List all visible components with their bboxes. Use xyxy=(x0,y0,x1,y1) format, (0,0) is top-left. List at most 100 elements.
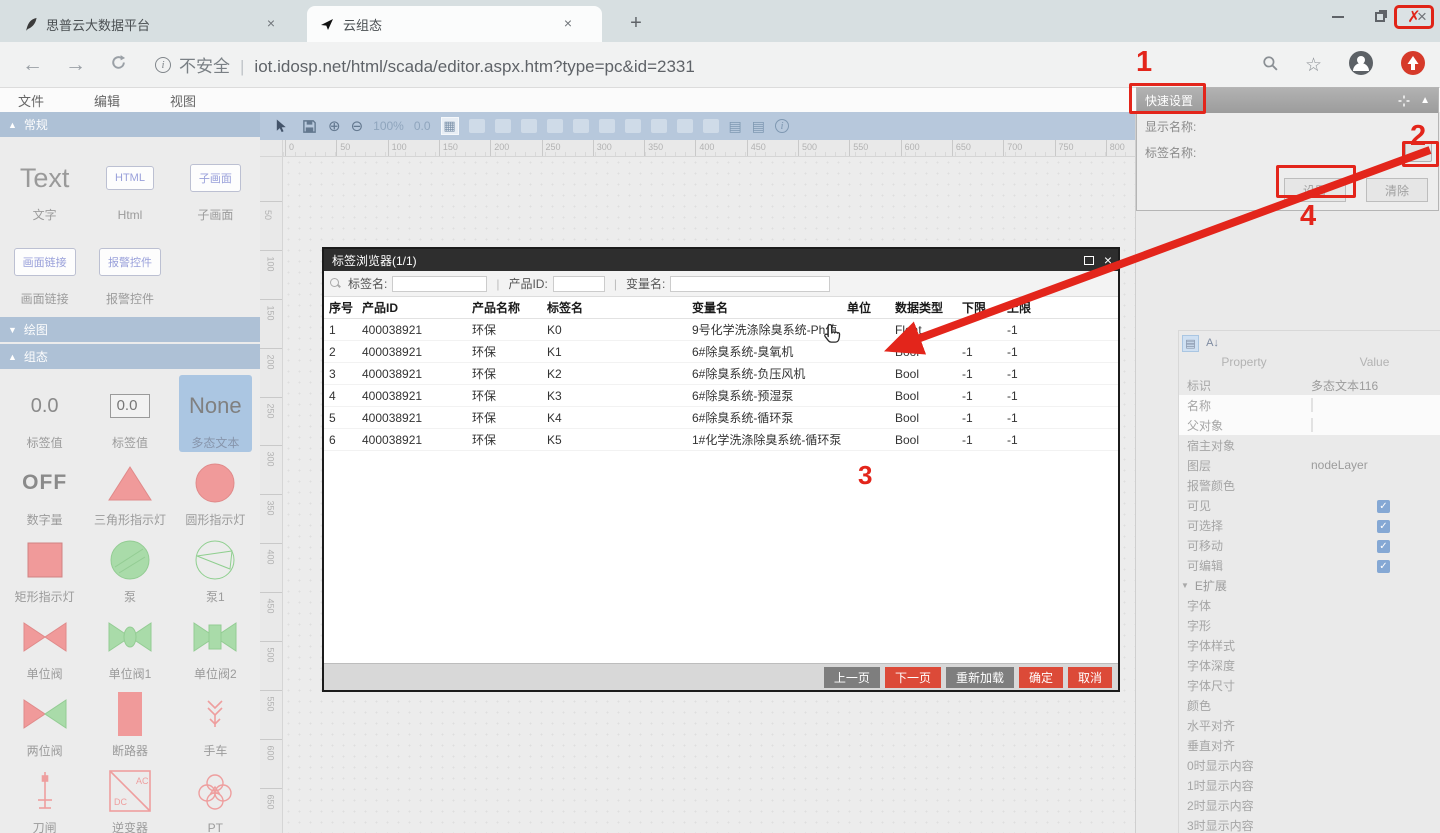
property-input[interactable] xyxy=(1311,398,1313,412)
property-row-E扩展[interactable]: ▼E扩展 xyxy=(1179,575,1440,595)
property-row-可移动[interactable]: 可移动✓ xyxy=(1179,535,1440,555)
tool-icon[interactable] xyxy=(573,119,589,133)
pointer-icon[interactable] xyxy=(272,117,290,135)
palette-scada-item-圆形指示灯[interactable]: 圆形指示灯 xyxy=(173,452,258,529)
palette-general-item-Html[interactable]: HTMLHtml xyxy=(87,143,172,227)
grid-toggle-icon[interactable]: ▦ xyxy=(441,117,459,135)
extension-icon[interactable] xyxy=(1400,50,1426,81)
tool-icon[interactable] xyxy=(599,119,615,133)
tool-icon[interactable] xyxy=(703,119,719,133)
checkbox-checked-icon[interactable]: ✓ xyxy=(1377,520,1390,533)
清除-button[interactable]: 清除 xyxy=(1366,178,1428,202)
table-row[interactable]: 5400038921环保K46#除臭系统-循环泵Bool-1-1 xyxy=(324,407,1118,429)
property-row-3时显示内容[interactable]: 3时显示内容 xyxy=(1179,815,1440,833)
new-tab-button[interactable]: + xyxy=(622,10,650,38)
minimize-button[interactable] xyxy=(1328,7,1348,27)
palette-scada-item-多态文本[interactable]: None多态文本 xyxy=(179,375,252,452)
property-row-字体深度[interactable]: 字体深度 xyxy=(1179,655,1440,675)
restore-button[interactable] xyxy=(1370,7,1390,27)
section-drawing[interactable]: ▼绘图 xyxy=(0,317,260,342)
zoom-in-icon[interactable]: ⊕ xyxy=(328,117,341,135)
property-row-字体尺寸[interactable]: 字体尺寸 xyxy=(1179,675,1440,695)
property-row-可见[interactable]: 可见✓ xyxy=(1179,495,1440,515)
tab-close-icon[interactable]: × xyxy=(262,15,280,33)
property-row-2时显示内容[interactable]: 2时显示内容 xyxy=(1179,795,1440,815)
property-input[interactable] xyxy=(1311,418,1313,432)
palette-general-item-报警控件[interactable]: 报警控件报警控件 xyxy=(87,227,172,311)
tool-icon[interactable] xyxy=(469,119,485,133)
tool-icon[interactable] xyxy=(677,119,693,133)
下一页-button[interactable]: 下一页 xyxy=(885,667,941,688)
property-row-父对象[interactable]: 父对象 xyxy=(1179,415,1440,435)
layers-icon[interactable]: ▤ xyxy=(729,118,742,135)
property-row-名称[interactable]: 名称 xyxy=(1179,395,1440,415)
property-row-可选择[interactable]: 可选择✓ xyxy=(1179,515,1440,535)
property-row-垂直对齐[interactable]: 垂直对齐 xyxy=(1179,735,1440,755)
checkbox-checked-icon[interactable]: ✓ xyxy=(1377,500,1390,513)
checkbox-checked-icon[interactable]: ✓ xyxy=(1377,560,1390,573)
palette-scada-item-单位阀1[interactable]: 单位阀1 xyxy=(87,606,172,683)
dialog-close-icon[interactable]: × xyxy=(1104,252,1112,268)
取消-button[interactable]: 取消 xyxy=(1068,667,1112,688)
palette-scada-item-断路器[interactable]: 断路器 xyxy=(87,683,172,760)
palette-scada-item-两位阀[interactable]: 两位阀 xyxy=(2,683,87,760)
palette-scada-item-单位阀2[interactable]: 单位阀2 xyxy=(173,606,258,683)
palette-scada-item-手车[interactable]: 手车 xyxy=(173,683,258,760)
browser-tab[interactable]: 思普云大数据平台× xyxy=(10,6,305,42)
tool-icon[interactable] xyxy=(547,119,563,133)
back-icon[interactable]: ← xyxy=(22,53,43,77)
bookmark-star-icon[interactable]: ☆ xyxy=(1305,54,1322,77)
property-row-标识[interactable]: 标识多态文本116 xyxy=(1179,375,1440,395)
palette-scada-item-标签值[interactable]: 0.0标签值 xyxy=(87,375,172,452)
filter-input[interactable] xyxy=(553,276,605,292)
palette-scada-item-矩形指示灯[interactable]: 矩形指示灯 xyxy=(2,529,87,606)
property-row-1时显示内容[interactable]: 1时显示内容 xyxy=(1179,775,1440,795)
table-row[interactable]: 2400038921环保K16#除臭系统-臭氧机Bool-1-1 xyxy=(324,341,1118,363)
property-row-宿主对象[interactable]: 宿主对象 xyxy=(1179,435,1440,455)
filter-input[interactable] xyxy=(670,276,830,292)
collapse-panel-icon[interactable]: ▲ xyxy=(1420,95,1430,106)
dialog-maximize-icon[interactable] xyxy=(1084,256,1094,265)
table-row[interactable]: 1400038921环保K09号化学洗涤除臭系统-Ph值Float-1 xyxy=(324,319,1118,341)
property-row-字体[interactable]: 字体 xyxy=(1179,595,1440,615)
property-row-字体样式[interactable]: 字体样式 xyxy=(1179,635,1440,655)
palette-general-item-子画面[interactable]: 子画面子画面 xyxy=(173,143,258,227)
palette-scada-item-标签值[interactable]: 0.0标签值 xyxy=(2,375,87,452)
palette-scada-item-数字量[interactable]: OFF数字量 xyxy=(2,452,87,529)
palette-scada-item-三角形指示灯[interactable]: 三角形指示灯 xyxy=(87,452,172,529)
page-info-icon[interactable]: i xyxy=(155,57,171,73)
filter-input[interactable] xyxy=(392,276,487,292)
zoom-search-icon[interactable] xyxy=(1262,55,1279,77)
layers-icon[interactable]: ▤ xyxy=(752,118,765,135)
tool-icon[interactable] xyxy=(651,119,667,133)
browser-tab[interactable]: 云组态× xyxy=(307,6,602,42)
确定-button[interactable]: 确定 xyxy=(1019,667,1063,688)
pin-icon[interactable] xyxy=(1398,95,1410,107)
palette-scada-item-泵1[interactable]: 泵1 xyxy=(173,529,258,606)
重新加载-button[interactable]: 重新加载 xyxy=(946,667,1014,688)
categorize-icon[interactable]: ▤ xyxy=(1182,335,1199,352)
palette-scada-item-PT[interactable]: PT xyxy=(173,760,258,833)
palette-scada-item-刀闸[interactable]: 刀闸 xyxy=(2,760,87,833)
property-row-报警颜色[interactable]: 报警颜色 xyxy=(1179,475,1440,495)
palette-general-item-画面链接[interactable]: 画面链接画面链接 xyxy=(2,227,87,311)
section-general[interactable]: ▲常规 xyxy=(0,112,260,137)
property-row-颜色[interactable]: 颜色 xyxy=(1179,695,1440,715)
info-icon[interactable]: i xyxy=(775,119,789,133)
palette-scada-item-逆变器[interactable]: ACDC逆变器 xyxy=(87,760,172,833)
table-row[interactable]: 6400038921环保K51#化学洗涤除臭系统-循环泵Bool-1-1 xyxy=(324,429,1118,451)
tab-close-icon[interactable]: × xyxy=(559,15,577,33)
sort-az-icon[interactable]: A↓ xyxy=(1204,335,1221,352)
tool-icon[interactable] xyxy=(521,119,537,133)
palette-scada-item-泵[interactable]: 泵 xyxy=(87,529,172,606)
reload-icon[interactable] xyxy=(110,53,127,77)
section-scada[interactable]: ▲组态 xyxy=(0,344,260,369)
tool-icon[interactable] xyxy=(625,119,641,133)
property-row-水平对齐[interactable]: 水平对齐 xyxy=(1179,715,1440,735)
zoom-out-icon[interactable]: ⊖ xyxy=(351,117,364,135)
palette-scada-item-单位阀[interactable]: 单位阀 xyxy=(2,606,87,683)
menu-item-文件[interactable]: 文件 xyxy=(18,91,76,110)
save-icon[interactable] xyxy=(300,117,318,135)
table-row[interactable]: 3400038921环保K26#除臭系统-负压风机Bool-1-1 xyxy=(324,363,1118,385)
property-section[interactable]: ▼E扩展 xyxy=(1181,577,1440,594)
